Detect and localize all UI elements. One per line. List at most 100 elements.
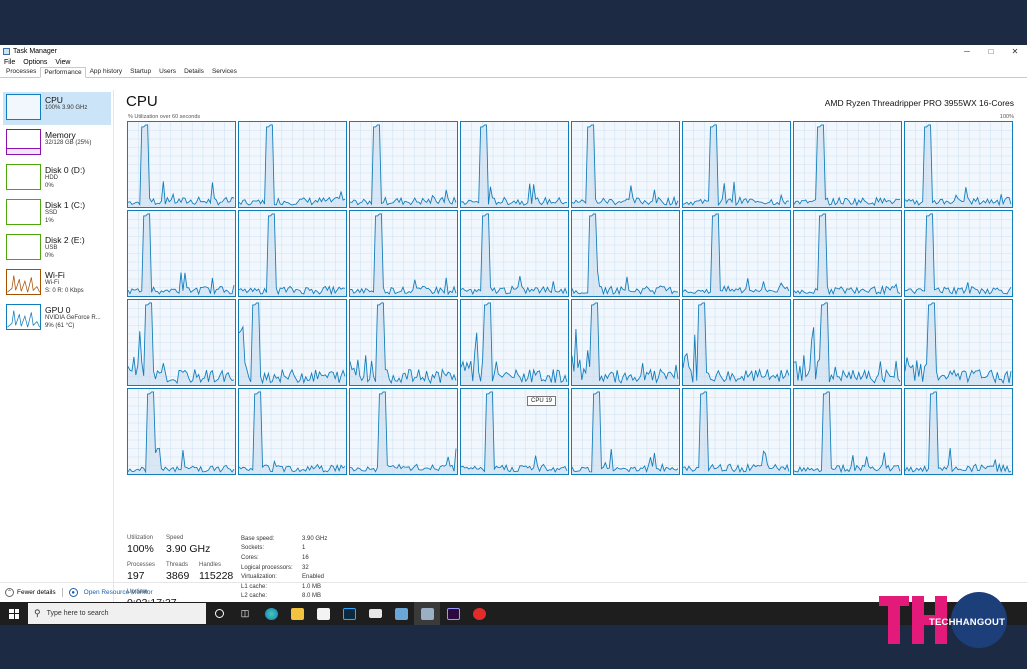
spec-label: Base speed:: [241, 535, 275, 542]
taskbar-search-box[interactable]: ⚲ Type here to search: [28, 603, 206, 624]
cpu-core-graph[interactable]: [349, 210, 458, 297]
spec-row: Cores: 16: [241, 553, 327, 563]
menu-view[interactable]: View: [55, 59, 70, 66]
menu-options[interactable]: Options: [23, 59, 47, 66]
cpu-core-graph[interactable]: [793, 299, 902, 386]
tab-details[interactable]: Details: [180, 66, 208, 77]
spec-row: Base speed: 3.90 GHz: [241, 534, 327, 544]
taskbar: ⚲ Type here to search ◫: [0, 602, 1027, 625]
sidebar-item-wifi[interactable]: Wi-Fi Wi-Fi S: 0 R: 0 Kbps: [3, 267, 111, 300]
speed-label: Speed: [166, 535, 184, 541]
cpu-core-graph[interactable]: [349, 388, 458, 475]
cpu-core-graph[interactable]: [793, 388, 902, 475]
sidebar-item-detail: 0%: [45, 183, 54, 189]
tab-performance[interactable]: Performance: [40, 67, 86, 78]
cpu-core-graph[interactable]: [127, 299, 236, 386]
minimize-button[interactable]: ─: [955, 47, 979, 56]
spec-label: Virtualization:: [241, 574, 277, 581]
spec-value: Enabled: [302, 574, 325, 581]
spec-row: Sockets: 1: [241, 544, 327, 554]
threads-label: Threads: [166, 562, 189, 568]
cpu-core-graph[interactable]: [904, 388, 1013, 475]
cpu-core-graph[interactable]: [349, 121, 458, 208]
threads-value: 3869: [166, 570, 190, 582]
sidebar-item-detail: 100% 3.90 GHz: [45, 105, 88, 111]
cpu-core-graph[interactable]: [127, 121, 236, 208]
cpu-core-graph[interactable]: [349, 299, 458, 386]
sidebar-item-memory[interactable]: Memory 32/128 GB (25%): [3, 127, 111, 160]
sidebar-item-detail: Wi-Fi: [45, 280, 59, 286]
app-icon[interactable]: [388, 602, 414, 625]
sidebar-item-disk-2[interactable]: Disk 2 (E:) USB 0%: [3, 232, 111, 265]
resource-monitor-icon[interactable]: ●: [68, 588, 78, 597]
tab-users[interactable]: Users: [155, 66, 180, 77]
sidebar-thumbnail-graph: [6, 199, 41, 225]
cpu-core-graph[interactable]: [238, 210, 347, 297]
windows-logo-icon: [9, 608, 19, 619]
tab-strip: Processes Performance App history Startu…: [0, 67, 1027, 78]
maximize-button[interactable]: □: [979, 47, 1003, 56]
page-title: CPU: [126, 93, 158, 110]
sidebar-item-detail: USB: [45, 245, 58, 251]
utilization-label: Utilization: [127, 535, 154, 541]
logical-processor-graphs: [127, 121, 1017, 477]
menu-file[interactable]: File: [4, 59, 15, 66]
cpu-core-graph[interactable]: [571, 121, 680, 208]
tab-processes[interactable]: Processes: [2, 66, 40, 77]
cpu-core-graph[interactable]: [238, 121, 347, 208]
cpu-core-graph[interactable]: [682, 299, 791, 386]
sidebar-item-label: Disk 0 (D:): [45, 165, 86, 175]
cpu-core-graph[interactable]: [793, 121, 902, 208]
cortana-icon[interactable]: [206, 602, 232, 625]
cpu-core-graph[interactable]: [238, 299, 347, 386]
file-explorer-icon[interactable]: [284, 602, 310, 625]
task-manager-window: Task Manager ─ □ ✕ File Options View Pro…: [0, 45, 1027, 625]
spec-label: Sockets:: [241, 545, 265, 552]
cpu-core-graph[interactable]: [682, 388, 791, 475]
cpu-core-graph[interactable]: [682, 210, 791, 297]
task-view-icon[interactable]: ◫: [232, 602, 258, 625]
close-button[interactable]: ✕: [1003, 47, 1027, 56]
tab-app-history[interactable]: App history: [86, 66, 127, 77]
tab-startup[interactable]: Startup: [126, 66, 155, 77]
start-button[interactable]: [0, 602, 28, 625]
task-manager-icon[interactable]: [414, 602, 440, 625]
edge-icon[interactable]: [258, 602, 284, 625]
game-launcher-icon[interactable]: [466, 602, 492, 625]
sidebar-item-detail: HDD: [45, 175, 58, 181]
store-icon[interactable]: [310, 602, 336, 625]
cpu-core-graph[interactable]: [460, 121, 569, 208]
window-title: Task Manager: [13, 47, 57, 55]
brand-name: TECHHANGOUT: [929, 617, 1006, 628]
cpu-core-graph[interactable]: [460, 299, 569, 386]
sidebar-item-disk-0[interactable]: Disk 0 (D:) HDD 0%: [3, 162, 111, 195]
title-bar[interactable]: Task Manager ─ □ ✕: [0, 45, 1027, 57]
tab-services[interactable]: Services: [208, 66, 241, 77]
sidebar-thumbnail-graph: [6, 304, 41, 330]
spec-row: Virtualization: Enabled: [241, 572, 327, 582]
cpu-core-graph[interactable]: [571, 388, 680, 475]
premiere-icon[interactable]: [440, 602, 466, 625]
fewer-details-link[interactable]: Fewer details: [17, 589, 56, 596]
cpu-core-graph[interactable]: [460, 210, 569, 297]
mail-icon[interactable]: [362, 602, 388, 625]
cpu-core-graph[interactable]: [904, 121, 1013, 208]
chevron-up-icon[interactable]: ⌃: [5, 588, 14, 597]
sidebar-item-detail: S: 0 R: 0 Kbps: [45, 288, 84, 294]
cpu-core-graph[interactable]: [571, 299, 680, 386]
performance-sidebar: CPU 100% 3.90 GHz Memory 32/128 GB (25%) Dis…: [0, 90, 114, 625]
cpu-model-name: AMD Ryzen Threadripper PRO 3955WX 16-Cor…: [824, 98, 1014, 108]
cpu-core-graph[interactable]: [571, 210, 680, 297]
cpu-core-graph[interactable]: [682, 121, 791, 208]
sidebar-item-disk-1[interactable]: Disk 1 (C:) SSD 1%: [3, 197, 111, 230]
sidebar-item-gpu-0[interactable]: GPU 0 NVIDIA GeForce R... 9% (61 °C): [3, 302, 111, 335]
cpu-core-graph[interactable]: [127, 388, 236, 475]
cpu-core-graph[interactable]: [793, 210, 902, 297]
sidebar-item-cpu[interactable]: CPU 100% 3.90 GHz: [3, 92, 111, 125]
cpu-core-graph[interactable]: [127, 210, 236, 297]
cpu-core-graph[interactable]: [904, 210, 1013, 297]
photoshop-icon[interactable]: [336, 602, 362, 625]
cpu-core-graph[interactable]: [904, 299, 1013, 386]
cpu-core-graph[interactable]: [238, 388, 347, 475]
open-resource-monitor-link[interactable]: Open Resource Monitor: [84, 589, 153, 596]
